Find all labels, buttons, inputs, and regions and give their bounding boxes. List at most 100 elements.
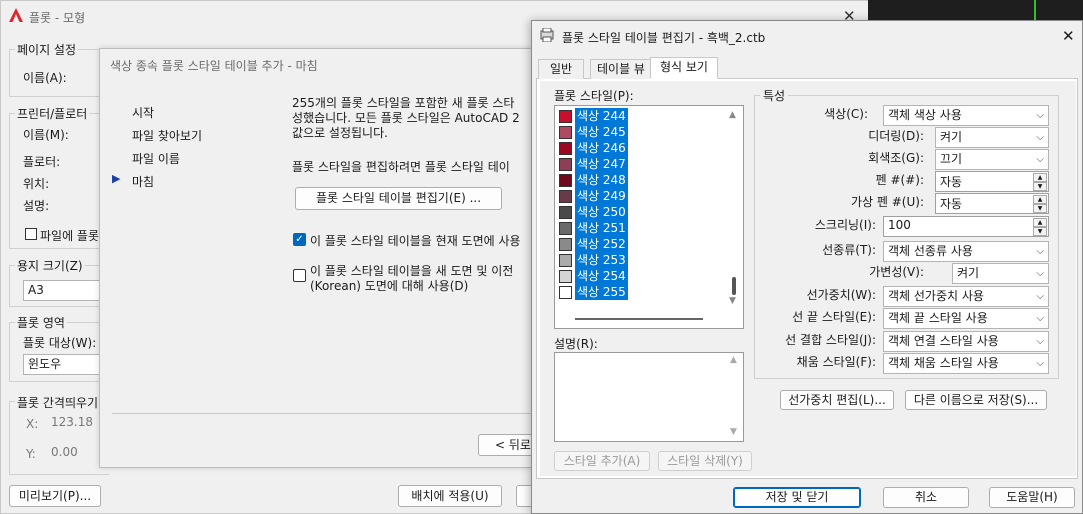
- color-select[interactable]: 객체 색상 사용 ⌵: [883, 105, 1049, 126]
- save-as-button[interactable]: 다른 이름으로 저장(S)...: [905, 390, 1047, 410]
- screening-value: 100: [888, 218, 911, 232]
- list-item[interactable]: 색상 255: [557, 284, 737, 300]
- plot-style-table-editor-button[interactable]: 플롯 스타일 테이블 편집기(E) ...: [295, 187, 502, 210]
- grayscale-select[interactable]: 끄기 ⌵: [935, 149, 1049, 170]
- chevron-down-icon: ⌵: [1036, 154, 1044, 165]
- plot-offset-title: 플롯 간격띄우기: [15, 394, 101, 411]
- list-scroll-down-icon[interactable]: ▼: [729, 296, 736, 306]
- lineweight-select[interactable]: 객체 선가중치 사용 ⌵: [883, 286, 1049, 307]
- list-item[interactable]: 색상 253: [557, 252, 737, 268]
- tab-general-label: 일반: [549, 62, 573, 76]
- chevron-down-icon: ⌵: [1036, 268, 1044, 279]
- grayscale-value: 끄기: [940, 152, 963, 166]
- plot-styles-list[interactable]: 색상 244 색상 245 색상 246 색상 247 색상 248 색상 24…: [554, 105, 744, 329]
- color-swatch: [559, 142, 572, 155]
- color-label: 색상(C):: [824, 107, 868, 121]
- virtual-pen-value: 자동: [940, 197, 963, 211]
- plot-dialog-title: 플롯 - 모형: [29, 11, 86, 25]
- fill-style-select[interactable]: 객체 채움 스타일 사용 ⌵: [883, 353, 1049, 374]
- pen-input[interactable]: 자동 ▲ ▼: [935, 171, 1049, 192]
- chevron-down-icon: ⌵: [1036, 313, 1044, 324]
- style-description-label: 설명(R):: [554, 337, 598, 351]
- lineweight-value: 객체 선가중치 사용: [888, 289, 984, 303]
- join-style-value: 객체 연결 스타일 사용: [888, 334, 999, 348]
- list-item[interactable]: 색상 251: [557, 220, 737, 236]
- join-style-select[interactable]: 객체 연결 스타일 사용 ⌵: [883, 331, 1049, 352]
- fill-style-value: 객체 채움 스타일 사용: [888, 356, 999, 370]
- save-and-close-button[interactable]: 저장 및 닫기: [733, 487, 861, 508]
- spin-up-icon[interactable]: ▲: [1033, 173, 1047, 182]
- style-label: 색상 254: [575, 268, 628, 284]
- style-label: 색상 247: [575, 156, 628, 172]
- paper-size-select[interactable]: A3: [23, 280, 103, 301]
- list-item[interactable]: 색상 252: [557, 236, 737, 252]
- spin-up-icon[interactable]: ▲: [1033, 195, 1047, 204]
- desc-scroll-up-icon[interactable]: ▲: [730, 355, 737, 365]
- color-swatch: [559, 270, 572, 283]
- adaptive-value: 켜기: [957, 266, 980, 280]
- list-hscroll-thumb[interactable]: [575, 318, 703, 320]
- pen-value: 자동: [940, 175, 963, 189]
- wizard-step-filename: 파일 이름: [132, 152, 180, 166]
- add-style-button[interactable]: 스타일 추가(A): [554, 451, 650, 471]
- spin-down-icon[interactable]: ▼: [1033, 182, 1047, 191]
- style-description-field[interactable]: ▲ ▼: [554, 352, 744, 442]
- chevron-down-icon: ⌵: [1036, 132, 1044, 143]
- virtual-pen-input[interactable]: 자동 ▲ ▼: [935, 193, 1049, 214]
- desc-scroll-down-icon[interactable]: ▼: [730, 427, 737, 437]
- list-item[interactable]: 색상 246: [557, 140, 737, 156]
- linetype-select[interactable]: 객체 선종류 사용 ⌵: [883, 241, 1049, 262]
- use-new-drawings-checkbox[interactable]: [293, 269, 306, 282]
- list-item[interactable]: 색상 247: [557, 156, 737, 172]
- list-item[interactable]: 색상 245: [557, 124, 737, 140]
- list-item[interactable]: 색상 244: [557, 108, 737, 124]
- fill-style-label: 채움 스타일(F):: [796, 355, 876, 369]
- spin-down-icon[interactable]: ▼: [1033, 227, 1047, 236]
- wizard-message-line3: 값으로 설정됩니다.: [292, 126, 388, 140]
- pen-label: 펜 #(#):: [875, 173, 924, 187]
- color-swatch: [559, 158, 572, 171]
- autocad-logo-icon: [9, 8, 23, 22]
- tab-general[interactable]: 일반: [538, 59, 584, 79]
- offset-x-label: X:: [26, 417, 39, 431]
- virtual-pen-label: 가상 펜 #(U):: [851, 195, 924, 209]
- tab-format-view[interactable]: 형식 보기: [650, 57, 718, 79]
- offset-x-value[interactable]: 123.18: [51, 415, 93, 429]
- edit-lineweights-button[interactable]: 선가중치 편집(L)...: [780, 390, 894, 410]
- color-swatch: [559, 126, 572, 139]
- list-scroll-thumb[interactable]: [732, 277, 736, 295]
- list-item[interactable]: 색상 250: [557, 204, 737, 220]
- spin-down-icon[interactable]: ▼: [1033, 204, 1047, 213]
- editor-close-icon[interactable]: ✕: [1062, 27, 1075, 45]
- printer-name-label: 이름(M):: [23, 128, 69, 142]
- list-scroll-up-icon[interactable]: ▲: [729, 110, 736, 120]
- plotter-label: 플로터:: [23, 155, 61, 169]
- green-axis-line: [1034, 0, 1036, 20]
- list-item[interactable]: 색상 249: [557, 188, 737, 204]
- help-button[interactable]: 도움말(H): [989, 487, 1075, 508]
- end-style-select[interactable]: 객체 끝 스타일 사용 ⌵: [883, 308, 1049, 329]
- list-item[interactable]: 색상 248: [557, 172, 737, 188]
- style-label: 색상 246: [575, 140, 628, 156]
- tab-table-view[interactable]: 테이블 뷰: [590, 59, 652, 79]
- chevron-down-icon: ⌵: [1036, 336, 1044, 347]
- spin-up-icon[interactable]: ▲: [1033, 218, 1047, 227]
- wizard-step-finish: 마침: [132, 175, 155, 189]
- dither-select[interactable]: 켜기 ⌵: [935, 127, 1049, 148]
- use-current-drawing-checkbox[interactable]: ✓: [293, 233, 306, 246]
- tab-table-view-label: 테이블 뷰: [597, 62, 645, 76]
- color-swatch: [559, 286, 572, 299]
- cancel-button[interactable]: 취소: [883, 487, 969, 508]
- screening-input[interactable]: 100 ▲ ▼: [883, 216, 1049, 237]
- adaptive-select[interactable]: 켜기 ⌵: [952, 263, 1049, 284]
- delete-style-button[interactable]: 스타일 삭제(Y): [658, 451, 752, 471]
- apply-to-layout-button[interactable]: 배치에 적용(U): [398, 485, 502, 507]
- plot-to-file-checkbox[interactable]: [25, 228, 37, 240]
- preview-button[interactable]: 미리보기(P)...: [9, 485, 101, 507]
- join-style-label: 선 결합 스타일(J):: [785, 333, 876, 347]
- plot-what-select[interactable]: 윈도우: [23, 354, 103, 375]
- list-item[interactable]: 색상 254: [557, 268, 737, 284]
- style-label: 색상 252: [575, 236, 628, 252]
- style-label: 색상 251: [575, 220, 628, 236]
- offset-y-value[interactable]: 0.00: [51, 445, 78, 459]
